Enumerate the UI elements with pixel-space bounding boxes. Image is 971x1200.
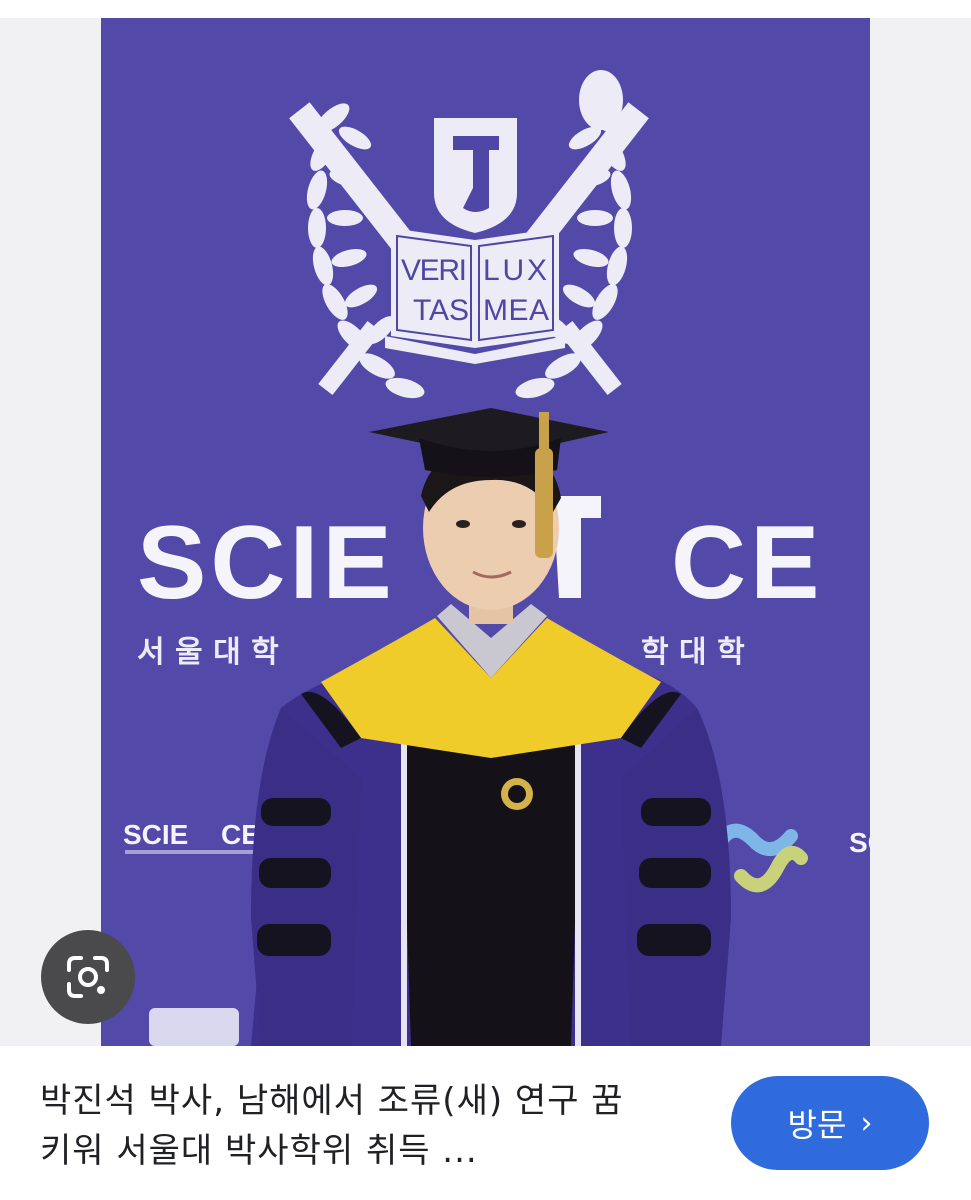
result-title-line-1: 박진석 박사, 남해에서 조류(새) 연구 꿈 xyxy=(40,1081,624,1121)
banner-word: SCIE xyxy=(137,505,396,621)
banner-subtitle-right: 학 대 학 xyxy=(641,635,745,670)
google-lens-icon xyxy=(67,956,109,998)
banner-subtitle-left: 서 울 대 학 xyxy=(137,635,279,670)
banner-word-end: CE xyxy=(671,505,823,621)
result-image-area[interactable]: VERI LUX TAS MEA SCIE CE 서 울 대 학 학 대 학 S… xyxy=(0,18,971,1046)
visit-button[interactable]: 방문 › xyxy=(731,1076,929,1170)
result-title-line-2: 키워 서울대 박사학위 취득 ... xyxy=(40,1131,478,1171)
graduation-photo[interactable]: VERI LUX TAS MEA SCIE CE 서 울 대 학 학 대 학 S… xyxy=(101,18,870,1046)
top-bar xyxy=(0,0,971,18)
chevron-right-icon: › xyxy=(860,1105,873,1141)
emblem-text-lux: LUX xyxy=(483,254,547,287)
emblem-text-mea: MEA xyxy=(483,294,549,327)
small-emblem-bottom xyxy=(149,1008,239,1046)
result-title[interactable]: 박진석 박사, 남해에서 조류(새) 연구 꿈 키워 서울대 박사학위 취득 .… xyxy=(40,1076,700,1176)
google-lens-button[interactable] xyxy=(41,930,135,1024)
small-logo-right: SC xyxy=(849,827,870,858)
emblem-text-veri: VERI xyxy=(401,254,467,287)
emblem-text-tas: TAS xyxy=(413,294,469,327)
small-logo-left: SCIE xyxy=(123,819,188,850)
visit-button-label: 방문 xyxy=(787,1106,847,1144)
result-caption: 박진석 박사, 남해에서 조류(새) 연구 꿈 키워 서울대 박사학위 취득 .… xyxy=(0,1046,971,1200)
